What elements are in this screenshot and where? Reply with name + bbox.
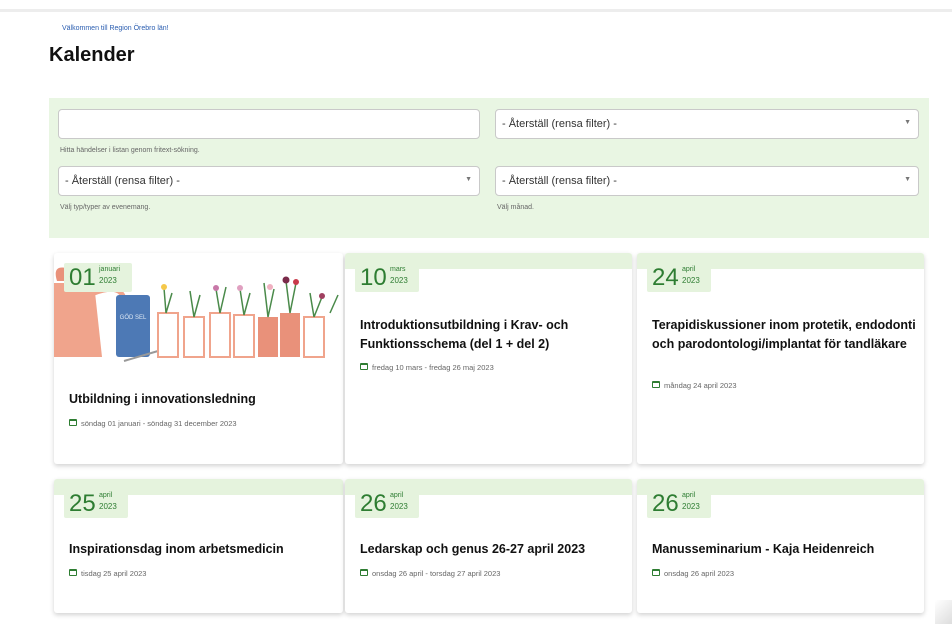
filter-select-top-right-value: - Återställ (rensa filter) - xyxy=(502,118,617,130)
image-text: GÖD SEL xyxy=(120,314,147,321)
event-title[interactable]: Terapidiskussioner inom protetik, endodo… xyxy=(652,316,917,354)
event-day: 24 xyxy=(652,264,679,291)
calendar-icon xyxy=(69,569,77,576)
type-select-value: - Återställ (rensa filter) - xyxy=(65,175,180,187)
corner-shadow xyxy=(935,600,952,624)
event-title[interactable]: Introduktionsutbildning i Krav- och Funk… xyxy=(360,316,622,354)
event-year: 2023 xyxy=(390,502,408,511)
event-month: april xyxy=(682,492,696,499)
chevron-down-icon: ▼ xyxy=(904,176,911,183)
calendar-icon xyxy=(360,363,368,370)
top-divider xyxy=(0,9,952,12)
event-card[interactable]: 10 mars 2023 Introduktionsutbildning i K… xyxy=(345,253,632,464)
event-year: 2023 xyxy=(390,276,408,285)
filter-panel: Hitta händelser i listan genom fritext-s… xyxy=(49,98,929,238)
event-month: april xyxy=(390,492,404,499)
event-month: mars xyxy=(390,266,406,273)
event-dates: onsdag 26 april - torsdag 27 april 2023 xyxy=(372,569,501,578)
event-year: 2023 xyxy=(682,276,700,285)
type-hint: Välj typ/typer av evenemang. xyxy=(60,204,151,211)
month-hint: Välj månad. xyxy=(497,204,534,211)
event-card[interactable]: 26 april 2023 Manusseminarium - Kaja Hei… xyxy=(637,479,924,613)
event-dates: fredag 10 mars - fredag 26 maj 2023 xyxy=(372,363,494,372)
event-dates: tisdag 25 april 2023 xyxy=(81,569,147,578)
chevron-down-icon: ▼ xyxy=(465,176,472,183)
event-day: 26 xyxy=(652,490,679,517)
event-year: 2023 xyxy=(99,276,117,285)
event-year: 2023 xyxy=(682,502,700,511)
month-select-value: - Återställ (rensa filter) - xyxy=(502,175,617,187)
calendar-icon xyxy=(652,569,660,576)
calendar-icon xyxy=(360,569,368,576)
event-month: april xyxy=(99,492,113,499)
event-day: 25 xyxy=(69,490,96,517)
event-title[interactable]: Inspirationsdag inom arbetsmedicin xyxy=(69,540,334,559)
event-title[interactable]: Utbildning i innovationsledning xyxy=(69,390,329,409)
calendar-icon xyxy=(652,381,660,388)
welcome-link[interactable]: Välkommen till Region Örebro län! xyxy=(62,25,169,32)
event-date-badge: 24 april 2023 xyxy=(647,263,711,292)
event-day: 10 xyxy=(360,264,387,291)
event-year: 2023 xyxy=(99,502,117,511)
event-month: januari xyxy=(99,266,121,273)
month-select[interactable]: - Återställ (rensa filter) - ▼ xyxy=(495,166,919,196)
event-card[interactable]: 24 april 2023 Terapidiskussioner inom pr… xyxy=(637,253,924,464)
event-day: 26 xyxy=(360,490,387,517)
type-select[interactable]: - Återställ (rensa filter) - ▼ xyxy=(58,166,480,196)
event-title[interactable]: Manusseminarium - Kaja Heidenreich xyxy=(652,540,917,559)
event-dates: måndag 24 april 2023 xyxy=(664,381,737,390)
event-title[interactable]: Ledarskap och genus 26-27 april 2023 xyxy=(360,540,625,559)
search-hint: Hitta händelser i listan genom fritext-s… xyxy=(60,147,200,154)
page-title: Kalender xyxy=(49,44,135,66)
event-card[interactable]: 25 april 2023 Inspirationsdag inom arbet… xyxy=(54,479,343,613)
calendar-icon xyxy=(69,419,77,426)
event-date-badge: 26 april 2023 xyxy=(355,489,419,518)
chevron-down-icon: ▼ xyxy=(904,119,911,126)
event-card[interactable]: 26 april 2023 Ledarskap och genus 26-27 … xyxy=(345,479,632,613)
event-date-badge: 25 april 2023 xyxy=(64,489,128,518)
filter-select-top-right[interactable]: - Återställ (rensa filter) - ▼ xyxy=(495,109,919,139)
event-date-badge: 10 mars 2023 xyxy=(355,263,419,292)
event-dates: onsdag 26 april 2023 xyxy=(664,569,735,578)
event-date-badge: 01 januari 2023 xyxy=(64,263,132,292)
search-input[interactable] xyxy=(58,109,480,139)
event-date-badge: 26 april 2023 xyxy=(647,489,711,518)
event-month: april xyxy=(682,266,696,273)
event-dates: söndag 01 januari - söndag 31 december 2… xyxy=(81,419,237,428)
event-card[interactable]: GÖD SEL 01 januari 2023 Utbildning i inn… xyxy=(54,253,343,464)
event-day: 01 xyxy=(69,264,96,291)
